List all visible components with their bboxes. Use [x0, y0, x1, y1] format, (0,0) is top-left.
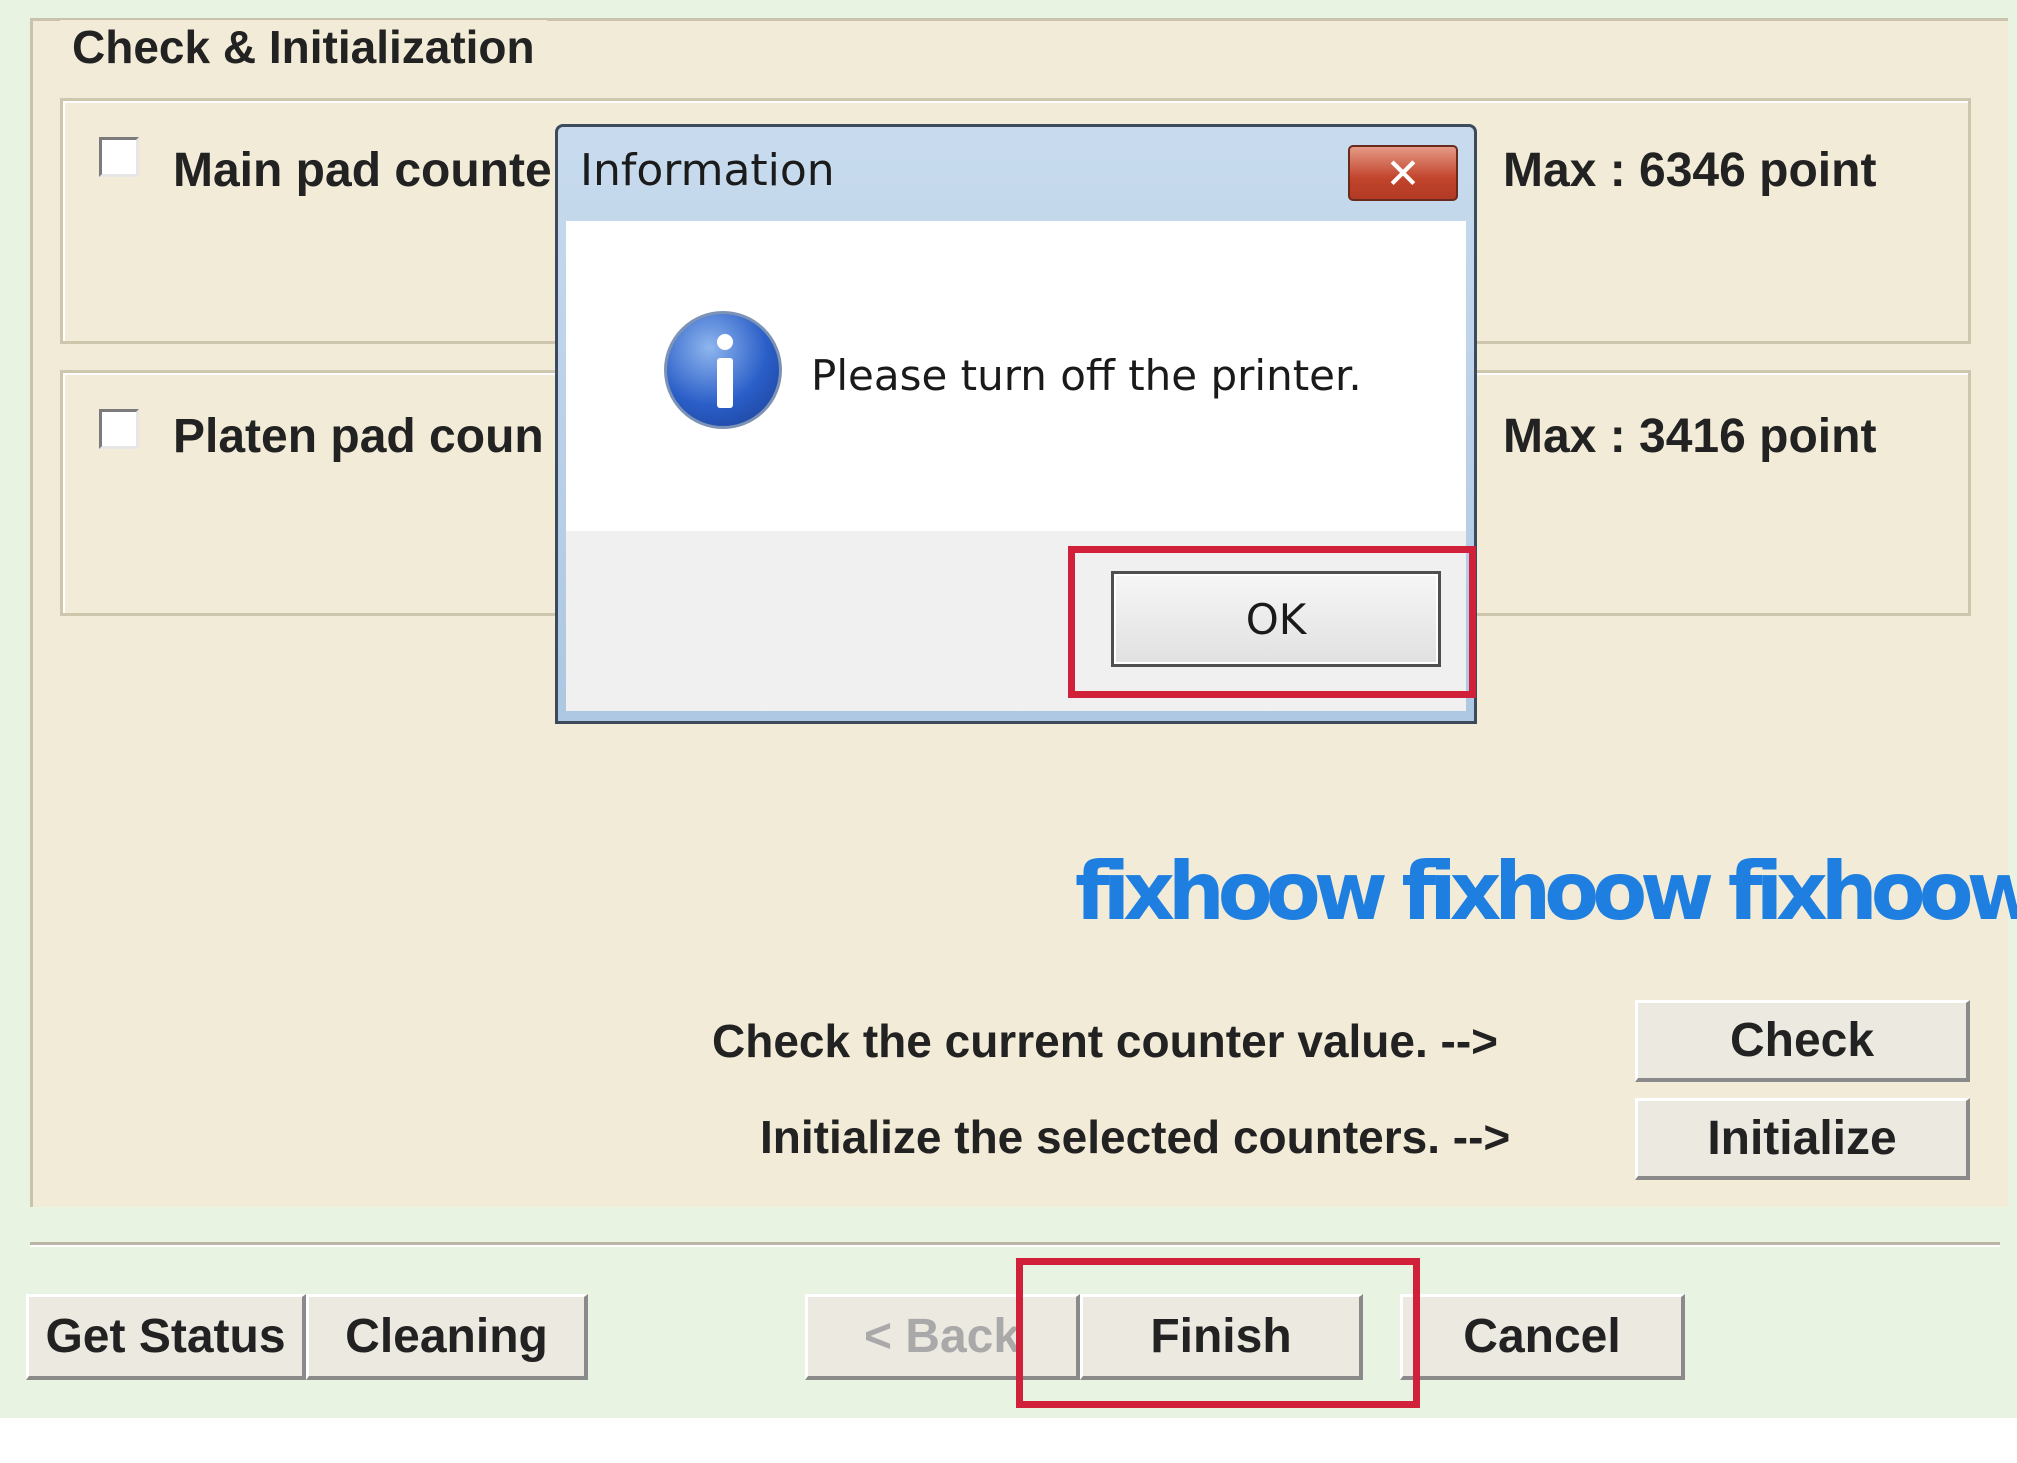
ok-highlight: [1068, 546, 1476, 698]
cancel-button[interactable]: Cancel: [1400, 1294, 1685, 1380]
platen-pad-label: Platen pad coun: [173, 410, 544, 463]
initialize-hint: Initialize the selected counters. -->: [760, 1111, 1511, 1163]
close-icon[interactable]: ✕: [1348, 145, 1458, 201]
dialog-body: Please turn off the printer.: [566, 221, 1466, 531]
platen-pad-max: Max : 3416 point: [1503, 410, 1877, 463]
initialize-button[interactable]: Initialize: [1635, 1098, 1970, 1180]
platen-pad-checkbox[interactable]: [99, 409, 139, 449]
watermark-text: fixhoow fixhoow fixhoow: [1075, 845, 2017, 938]
check-button[interactable]: Check: [1635, 1000, 1970, 1082]
dialog-title: Information: [580, 145, 835, 196]
check-hint: Check the current counter value. -->: [712, 1015, 1499, 1067]
dialog-message: Please turn off the printer.: [811, 351, 1362, 400]
footer-separator: [30, 1242, 2000, 1247]
get-status-button[interactable]: Get Status: [26, 1294, 306, 1380]
main-pad-checkbox[interactable]: [99, 137, 139, 177]
cleaning-button[interactable]: Cleaning: [306, 1294, 588, 1380]
main-pad-max: Max : 6346 point: [1503, 144, 1877, 197]
finish-highlight: [1016, 1258, 1420, 1408]
group-title: Check & Initialization: [60, 20, 547, 74]
main-pad-label: Main pad counte: [173, 144, 552, 197]
info-icon: [664, 311, 782, 429]
